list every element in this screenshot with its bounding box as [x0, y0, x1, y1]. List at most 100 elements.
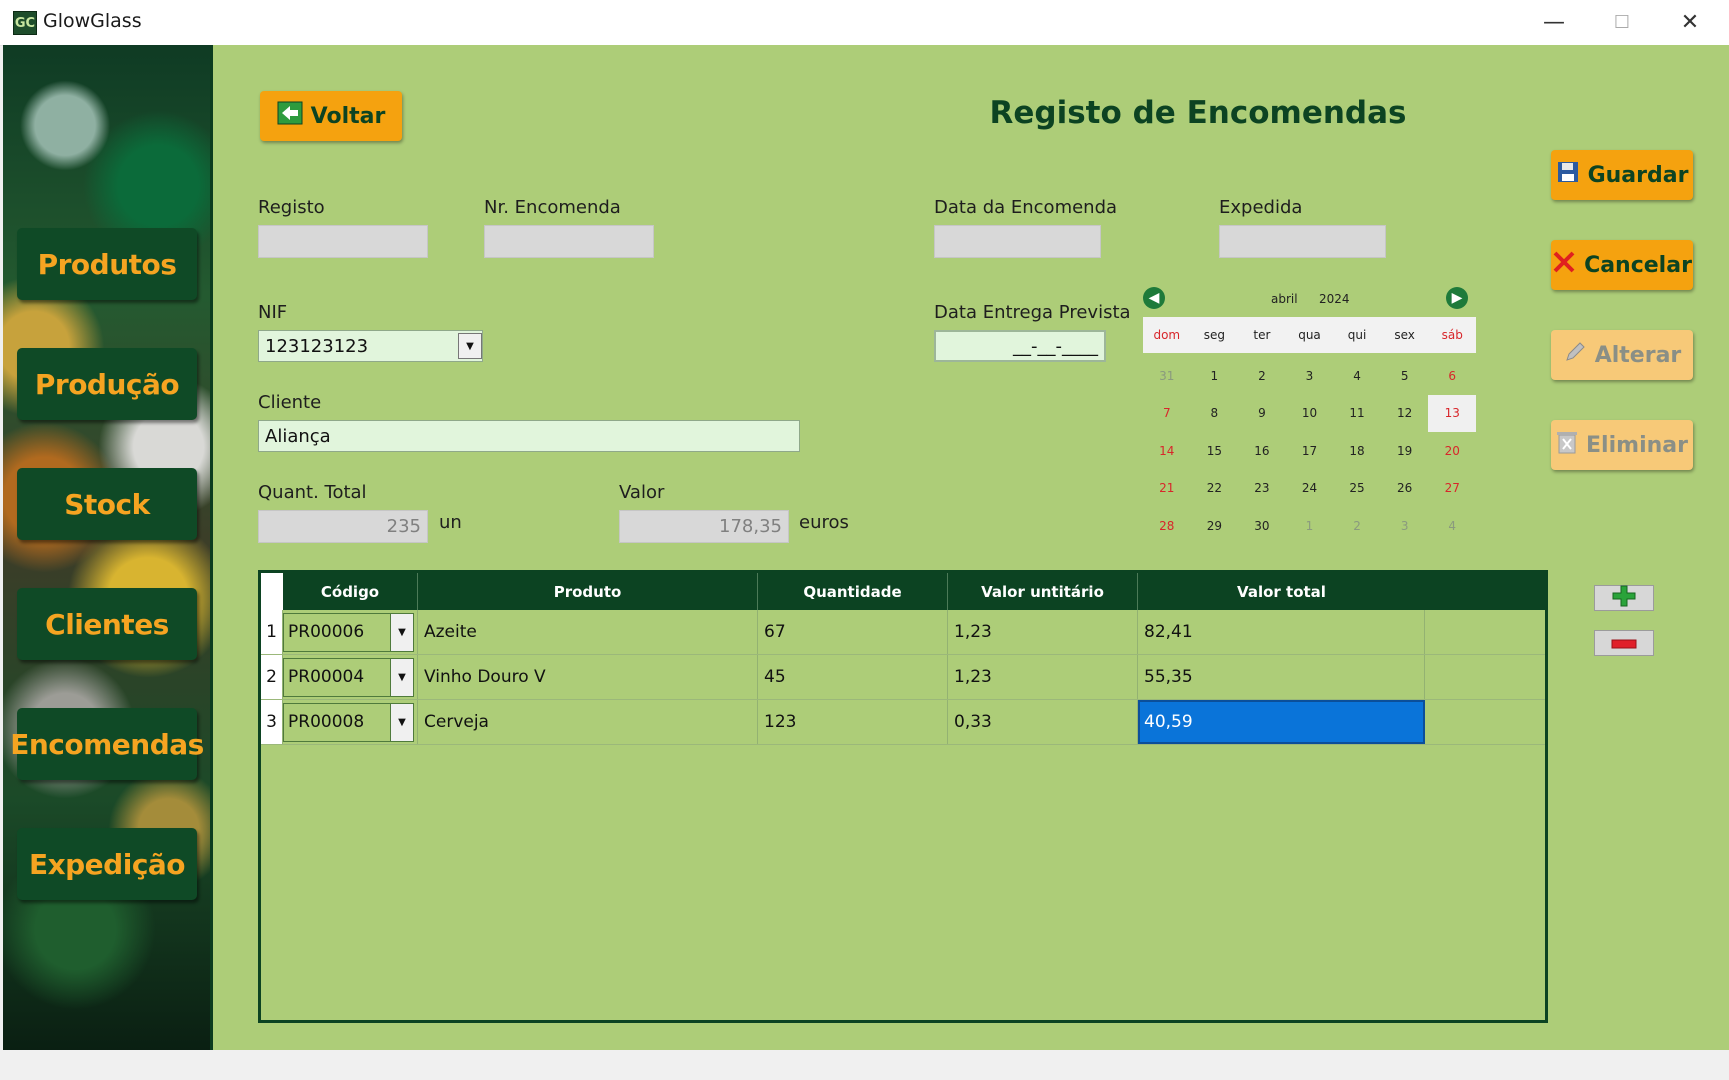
- nav-produtos-button[interactable]: Produtos: [17, 228, 197, 300]
- calendar-day[interactable]: 10: [1286, 395, 1334, 433]
- calendar-day[interactable]: 20: [1428, 432, 1476, 470]
- data-entrega-field[interactable]: __-__-____: [934, 330, 1106, 362]
- quantidade-cell[interactable]: 123: [758, 700, 948, 744]
- calendar-next-icon[interactable]: ▶: [1446, 287, 1468, 309]
- calendar-day[interactable]: 6: [1428, 357, 1476, 395]
- table-row[interactable]: 3 PR00008 ▼ Cerveja 123 0,33 40,59: [261, 700, 1545, 745]
- nav-producao-button[interactable]: Produção: [17, 348, 197, 420]
- calendar-day[interactable]: 26: [1381, 470, 1429, 508]
- calendar-month[interactable]: abril: [1271, 292, 1298, 306]
- codigo-cell[interactable]: PR00008 ▼: [283, 700, 418, 744]
- calendar-day[interactable]: 21: [1143, 470, 1191, 508]
- codigo-cell[interactable]: PR00006 ▼: [283, 610, 418, 654]
- col-valor-unitario[interactable]: Valor untitário: [948, 573, 1138, 610]
- nav-stock-button[interactable]: Stock: [17, 468, 197, 540]
- calendar-day[interactable]: 4: [1428, 507, 1476, 545]
- calendar-day[interactable]: 7: [1143, 395, 1191, 433]
- calendar-day[interactable]: 18: [1333, 432, 1381, 470]
- calendar-day[interactable]: 2: [1333, 507, 1381, 545]
- cliente-field[interactable]: Aliança: [258, 420, 800, 452]
- chevron-down-icon[interactable]: ▼: [390, 658, 413, 696]
- row-number: 2: [261, 655, 283, 699]
- codigo-cell[interactable]: PR00004 ▼: [283, 655, 418, 699]
- nav-encomendas-button[interactable]: Encomendas: [10, 708, 204, 780]
- quantidade-cell[interactable]: 45: [758, 655, 948, 699]
- calendar-day[interactable]: 15: [1191, 432, 1239, 470]
- col-codigo[interactable]: Código: [283, 573, 418, 610]
- nif-combobox[interactable]: 123123123 ▼: [258, 330, 483, 362]
- calendar-day[interactable]: 22: [1191, 470, 1239, 508]
- calendar-day[interactable]: 4: [1333, 357, 1381, 395]
- valor-unitario-cell[interactable]: 1,23: [948, 610, 1138, 654]
- codigo-value: PR00008: [288, 712, 365, 732]
- calendar-weekday: qui: [1347, 328, 1367, 342]
- codigo-combobox[interactable]: PR00004 ▼: [283, 657, 414, 697]
- calendar-day[interactable]: 28: [1143, 507, 1191, 545]
- add-row-button[interactable]: [1594, 585, 1654, 611]
- table-row[interactable]: 2 PR00004 ▼ Vinho Douro V 45 1,23 55,35: [261, 655, 1545, 700]
- col-produto[interactable]: Produto: [418, 573, 758, 610]
- calendar-prev-icon[interactable]: ◀: [1143, 287, 1165, 309]
- calendar-day[interactable]: 27: [1428, 470, 1476, 508]
- calendar-day[interactable]: 13: [1428, 394, 1476, 432]
- calendar-day[interactable]: 16: [1238, 432, 1286, 470]
- calendar-day[interactable]: 17: [1286, 432, 1334, 470]
- chevron-down-icon[interactable]: ▼: [390, 703, 413, 741]
- table-row[interactable]: 1 PR00006 ▼ Azeite 67 1,23 82,41: [261, 610, 1545, 655]
- calendar-day[interactable]: 25: [1333, 470, 1381, 508]
- valor-total-cell[interactable]: 55,35: [1138, 655, 1425, 699]
- calendar-day[interactable]: 3: [1381, 507, 1429, 545]
- calendar-weekday: sex: [1394, 328, 1415, 342]
- back-button[interactable]: Voltar: [260, 91, 402, 141]
- calendar-year[interactable]: 2024: [1319, 292, 1350, 306]
- save-label: Guardar: [1587, 162, 1689, 188]
- calendar-day[interactable]: 11: [1333, 395, 1381, 433]
- status-bar: [0, 1050, 1729, 1080]
- produto-cell[interactable]: Cerveja: [418, 700, 758, 744]
- nav-expedicao-button[interactable]: Expedição: [17, 828, 197, 900]
- cancel-x-icon: [1552, 250, 1576, 280]
- expedida-field[interactable]: [1219, 225, 1386, 258]
- produto-cell[interactable]: Vinho Douro V: [418, 655, 758, 699]
- calendar-day[interactable]: 8: [1191, 395, 1239, 433]
- cancel-button[interactable]: Cancelar: [1551, 240, 1693, 290]
- calendar-day[interactable]: 30: [1238, 507, 1286, 545]
- codigo-combobox[interactable]: PR00006 ▼: [283, 612, 414, 652]
- valor-total-cell-selected[interactable]: 40,59: [1138, 700, 1425, 744]
- calendar-day[interactable]: 2: [1238, 357, 1286, 395]
- calendar-day[interactable]: 5: [1381, 357, 1429, 395]
- quantidade-cell[interactable]: 67: [758, 610, 948, 654]
- edit-button[interactable]: Alterar: [1551, 330, 1693, 380]
- calendar-day[interactable]: 14: [1143, 432, 1191, 470]
- valor-field: 178,35: [619, 510, 789, 543]
- data-encomenda-field[interactable]: [934, 225, 1101, 258]
- codigo-combobox[interactable]: PR00008 ▼: [283, 702, 414, 742]
- valor-unitario-cell[interactable]: 0,33: [948, 700, 1138, 744]
- save-button[interactable]: Guardar: [1551, 150, 1693, 200]
- col-quantidade[interactable]: Quantidade: [758, 573, 948, 610]
- nav-clientes-button[interactable]: Clientes: [17, 588, 197, 660]
- produto-cell[interactable]: Azeite: [418, 610, 758, 654]
- chevron-down-icon[interactable]: ▼: [458, 333, 482, 359]
- nr-encomenda-field[interactable]: [484, 225, 654, 258]
- calendar-day[interactable]: 3: [1286, 357, 1334, 395]
- valor-total-cell[interactable]: 82,41: [1138, 610, 1425, 654]
- calendar-day[interactable]: 1: [1191, 357, 1239, 395]
- close-button[interactable]: ✕: [1656, 0, 1724, 45]
- calendar-day[interactable]: 24: [1286, 470, 1334, 508]
- chevron-down-icon[interactable]: ▼: [390, 613, 413, 651]
- calendar-day[interactable]: 29: [1191, 507, 1239, 545]
- calendar-day[interactable]: 9: [1238, 395, 1286, 433]
- registo-field[interactable]: [258, 225, 428, 258]
- minimize-button[interactable]: —: [1520, 0, 1588, 45]
- valor-unitario-cell[interactable]: 1,23: [948, 655, 1138, 699]
- calendar-day[interactable]: 1: [1286, 507, 1334, 545]
- maximize-button[interactable]: ☐: [1588, 0, 1656, 45]
- remove-row-button[interactable]: [1594, 630, 1654, 656]
- delete-button[interactable]: Eliminar: [1551, 420, 1693, 470]
- calendar-day[interactable]: 23: [1238, 470, 1286, 508]
- calendar-day[interactable]: 19: [1381, 432, 1429, 470]
- calendar-day[interactable]: 31: [1143, 357, 1191, 395]
- col-valor-total[interactable]: Valor total: [1138, 573, 1425, 610]
- calendar-day[interactable]: 12: [1381, 395, 1429, 433]
